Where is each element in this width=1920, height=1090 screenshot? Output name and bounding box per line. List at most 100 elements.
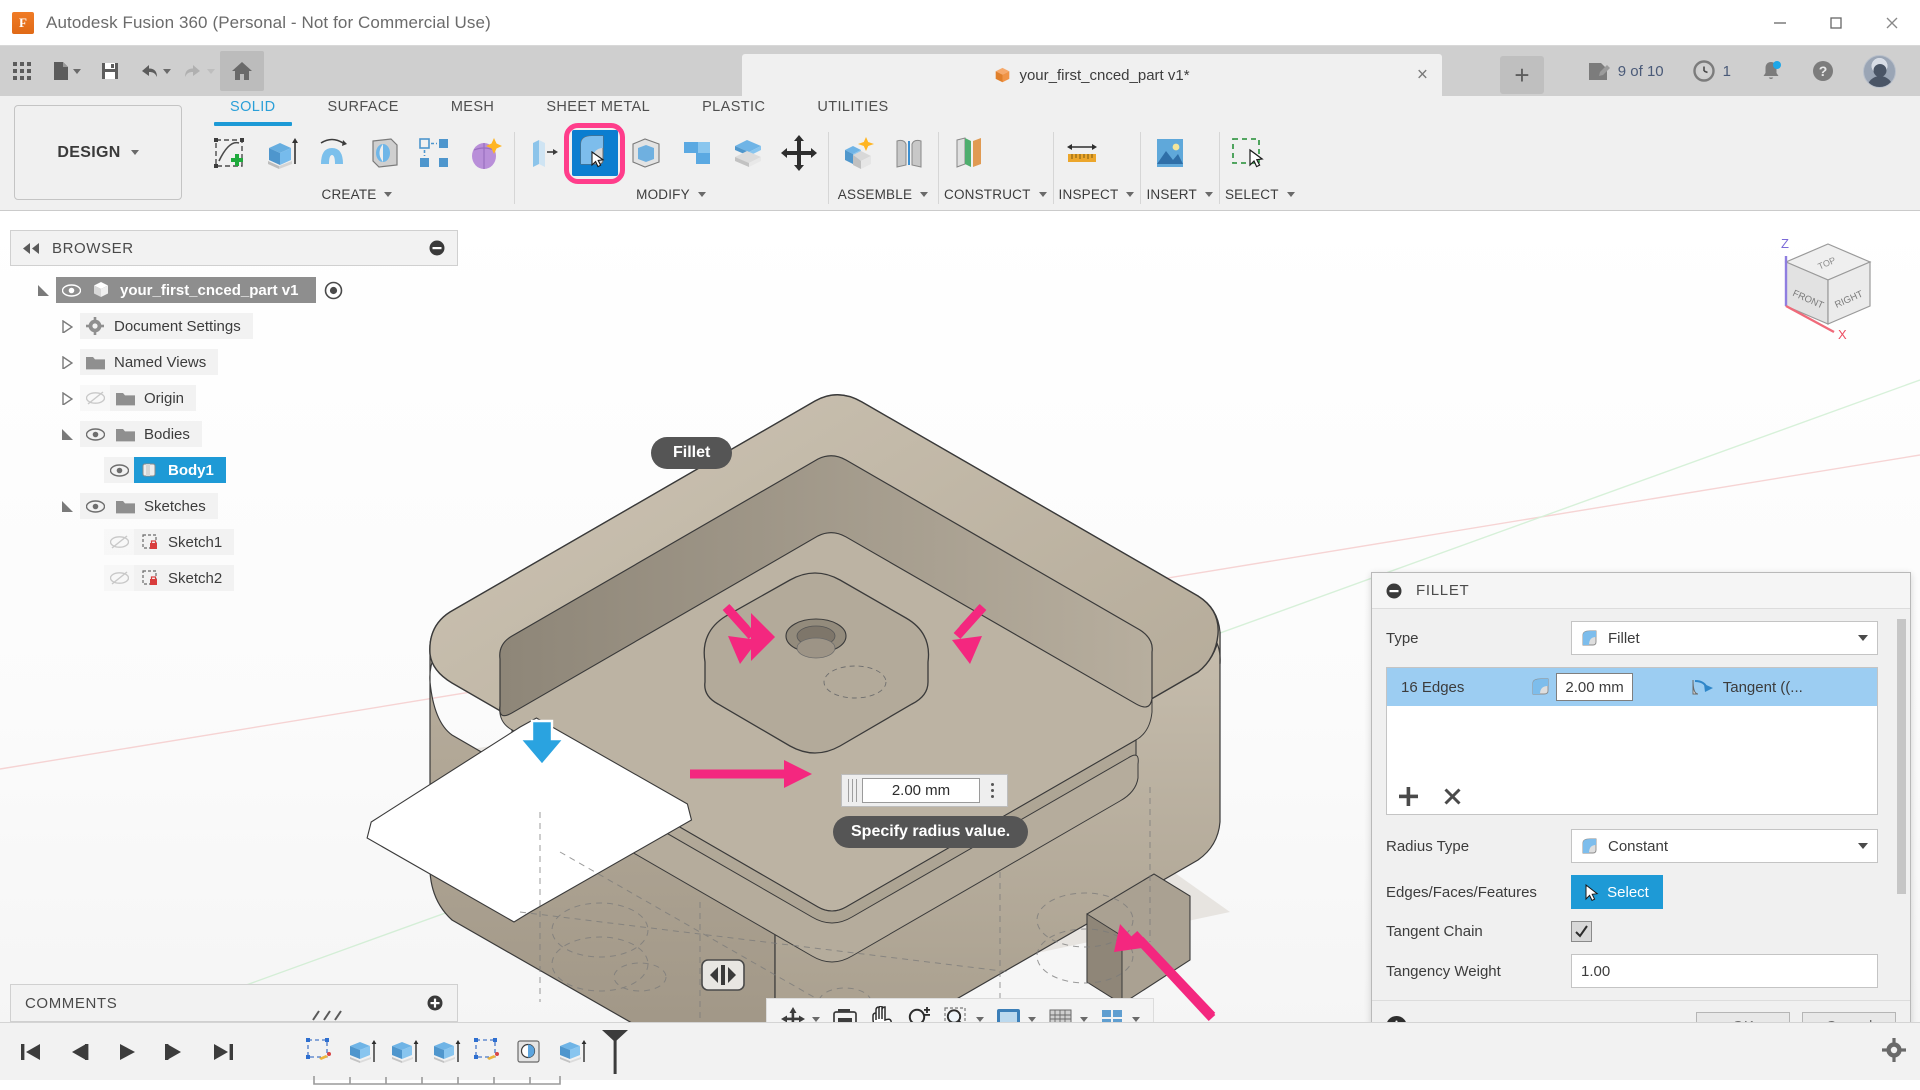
- radius-type-select[interactable]: Constant: [1571, 829, 1878, 863]
- extrude-icon[interactable]: [257, 130, 304, 177]
- visibility-toggle-hidden[interactable]: [104, 565, 134, 591]
- sweep-icon[interactable]: [359, 130, 406, 177]
- panel-assemble-label[interactable]: ASSEMBLE: [834, 187, 932, 210]
- skip-to-end-button[interactable]: [204, 1032, 242, 1072]
- radius-input-widget[interactable]: 2.00 mm: [841, 774, 1008, 807]
- edge-radius-input[interactable]: 2.00 mm: [1556, 673, 1632, 701]
- panel-create-label[interactable]: CREATE: [206, 187, 508, 210]
- workspace-switcher[interactable]: DESIGN: [14, 105, 182, 200]
- shell-icon[interactable]: [622, 130, 669, 177]
- timeline-feature-extrude1[interactable]: [344, 1034, 380, 1070]
- x-icon[interactable]: [1444, 788, 1461, 805]
- visibility-toggle[interactable]: [80, 421, 110, 447]
- activate-component-icon[interactable]: [320, 281, 346, 300]
- timeline-feature-extrude4[interactable]: [554, 1034, 590, 1070]
- new-component-icon[interactable]: [834, 130, 881, 177]
- tree-item-origin[interactable]: Origin: [54, 380, 458, 416]
- tree-item-named-views[interactable]: Named Views: [54, 344, 458, 380]
- panel-inspect-label[interactable]: INSPECT: [1059, 187, 1135, 210]
- visibility-toggle-hidden[interactable]: [104, 529, 134, 555]
- visibility-toggle[interactable]: [80, 493, 110, 519]
- expand-arrow-icon[interactable]: [54, 500, 80, 513]
- history-status[interactable]: 1: [1678, 46, 1745, 96]
- skip-to-start-button[interactable]: [12, 1032, 50, 1072]
- tab-sheet-metal[interactable]: SHEET METAL: [520, 96, 676, 123]
- tree-item-sketches[interactable]: Sketches: [54, 488, 458, 524]
- tab-utilities[interactable]: UTILITIES: [791, 96, 914, 123]
- tree-item-body1[interactable]: Body1: [104, 452, 458, 488]
- expand-arrow-icon[interactable]: [54, 428, 80, 441]
- visibility-toggle[interactable]: [56, 277, 86, 303]
- timeline-feature-hole[interactable]: [512, 1034, 548, 1070]
- timeline-settings-button[interactable]: [1882, 1038, 1906, 1066]
- close-button[interactable]: [1864, 0, 1920, 46]
- document-tab[interactable]: your_first_cnced_part v1* ×: [742, 54, 1442, 96]
- timeline-feature-extrude2[interactable]: [386, 1034, 422, 1070]
- tree-item-document-settings[interactable]: Document Settings: [54, 308, 458, 344]
- plus-icon[interactable]: [1399, 787, 1418, 806]
- panel-select-label[interactable]: SELECT: [1225, 187, 1295, 210]
- tree-item-component[interactable]: your_first_cnced_part v1: [30, 272, 458, 308]
- select-button[interactable]: Select: [1571, 875, 1663, 909]
- joint-icon[interactable]: [885, 130, 932, 177]
- document-tab-close[interactable]: ×: [1417, 66, 1428, 85]
- timeline-feature-sketch2[interactable]: [470, 1034, 506, 1070]
- maximize-button[interactable]: [1808, 0, 1864, 46]
- comments-panel[interactable]: COMMENTS: [10, 984, 458, 1022]
- edge-list-row[interactable]: 16 Edges 2.00 mm: [1387, 668, 1877, 706]
- tree-item-bodies[interactable]: Bodies: [54, 416, 458, 452]
- dialog-scrollbar[interactable]: [1897, 619, 1906, 990]
- expand-arrow-icon[interactable]: [54, 320, 80, 333]
- fillet-type-select[interactable]: Fillet: [1571, 621, 1878, 655]
- form-icon[interactable]: [461, 130, 508, 177]
- visibility-toggle[interactable]: [104, 457, 134, 483]
- tree-item-sketch1[interactable]: Sketch1: [104, 524, 458, 560]
- minus-circle-icon[interactable]: [1386, 583, 1402, 599]
- new-tab-button[interactable]: +: [1500, 56, 1544, 94]
- save-icon[interactable]: [88, 51, 132, 91]
- tab-surface[interactable]: SURFACE: [302, 96, 425, 123]
- home-icon[interactable]: [220, 51, 264, 91]
- measure-icon[interactable]: [1059, 130, 1106, 177]
- expand-arrow-icon[interactable]: [54, 392, 80, 405]
- plus-circle-icon[interactable]: [427, 995, 443, 1011]
- apps-grid-icon[interactable]: [0, 51, 44, 91]
- visibility-toggle-hidden[interactable]: [80, 385, 110, 411]
- tangent-chain-checkbox[interactable]: [1571, 921, 1592, 942]
- step-forward-button[interactable]: [156, 1032, 194, 1072]
- notifications-button[interactable]: [1745, 46, 1797, 96]
- tab-solid[interactable]: SOLID: [204, 96, 302, 123]
- panel-modify-label[interactable]: MODIFY: [520, 187, 822, 210]
- create-sketch-icon[interactable]: [206, 130, 253, 177]
- tangency-weight-input[interactable]: 1.00: [1571, 954, 1878, 988]
- minus-circle-icon[interactable]: [429, 240, 445, 256]
- drag-grip[interactable]: [848, 779, 859, 802]
- play-button[interactable]: [108, 1032, 146, 1072]
- flip-direction-icon[interactable]: [702, 960, 744, 990]
- fillet-icon[interactable]: [571, 130, 618, 177]
- collapse-left-icon[interactable]: [23, 243, 40, 254]
- radius-input-field[interactable]: 2.00 mm: [862, 778, 980, 803]
- minimize-button[interactable]: [1752, 0, 1808, 46]
- pattern-icon[interactable]: [410, 130, 457, 177]
- timeline-end-marker[interactable]: [598, 1028, 634, 1076]
- timeline-feature-sketch1[interactable]: [302, 1034, 338, 1070]
- help-button[interactable]: ?: [1797, 46, 1849, 96]
- account-button[interactable]: [1849, 46, 1910, 96]
- combine-icon[interactable]: [673, 130, 720, 177]
- panel-construct-label[interactable]: CONSTRUCT: [944, 187, 1047, 210]
- timeline-feature-extrude3[interactable]: [428, 1034, 464, 1070]
- panel-insert-label[interactable]: INSERT: [1146, 187, 1212, 210]
- redo-icon[interactable]: [176, 51, 220, 91]
- undo-icon[interactable]: [132, 51, 176, 91]
- tab-plastic[interactable]: PLASTIC: [676, 96, 791, 123]
- more-options-icon[interactable]: [980, 783, 1004, 798]
- press-pull-icon[interactable]: [520, 130, 567, 177]
- select-window-icon[interactable]: [1225, 130, 1272, 177]
- expand-arrow-icon[interactable]: [54, 356, 80, 369]
- view-cube[interactable]: TOP FRONT RIGHT Z X: [1764, 226, 1894, 346]
- expand-arrow-icon[interactable]: [30, 284, 56, 297]
- new-file-icon[interactable]: [44, 51, 88, 91]
- move-copy-icon[interactable]: [775, 130, 822, 177]
- insert-mcmaster-icon[interactable]: [1146, 130, 1193, 177]
